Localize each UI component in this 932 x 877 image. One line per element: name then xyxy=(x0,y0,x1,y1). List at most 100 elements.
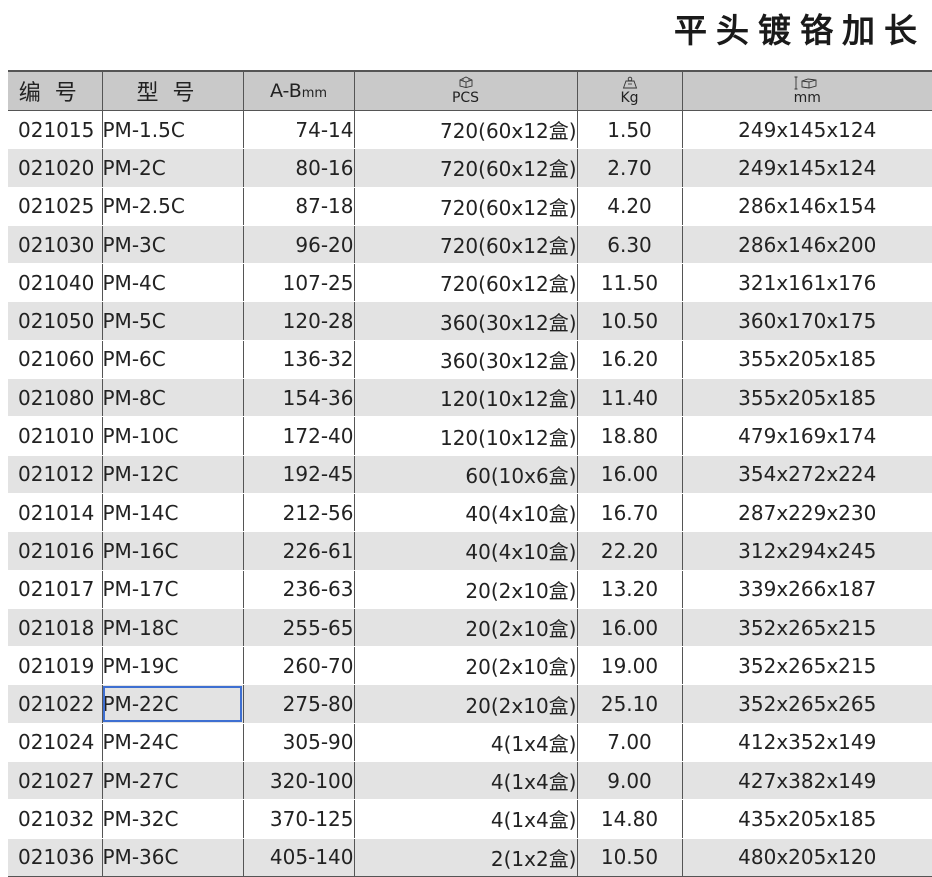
code-cell[interactable]: 021016 xyxy=(8,532,102,570)
code-cell[interactable]: 021017 xyxy=(8,570,102,608)
ab-cell[interactable]: 226-61 xyxy=(243,532,354,570)
dim-cell[interactable]: 321x161x176 xyxy=(682,264,932,302)
ab-cell[interactable]: 275-80 xyxy=(243,685,354,723)
model-cell[interactable]: PM-24C xyxy=(102,723,243,761)
code-cell[interactable]: 021018 xyxy=(8,608,102,646)
model-cell[interactable]: PM-6C xyxy=(102,340,243,378)
dim-cell[interactable]: 352x265x215 xyxy=(682,608,932,646)
table-row[interactable]: 021010PM-10C172-40120(10x12盒)18.80479x16… xyxy=(8,417,932,455)
pcs-cell[interactable]: 4(1x4盒) xyxy=(354,800,577,838)
pcs-cell[interactable]: 60(10x6盒) xyxy=(354,455,577,493)
model-cell[interactable]: PM-4C xyxy=(102,264,243,302)
ab-cell[interactable]: 405-140 xyxy=(243,838,354,876)
table-row[interactable]: 021050PM-5C120-28360(30x12盒)10.50360x170… xyxy=(8,302,932,340)
header-kg[interactable]: Kg xyxy=(577,71,682,111)
pcs-cell[interactable]: 120(10x12盒) xyxy=(354,379,577,417)
table-row[interactable]: 021024PM-24C305-904(1x4盒)7.00412x352x149 xyxy=(8,723,932,761)
header-pcs[interactable]: PCS xyxy=(354,71,577,111)
kg-cell[interactable]: 18.80 xyxy=(577,417,682,455)
table-row[interactable]: 021018PM-18C255-6520(2x10盒)16.00352x265x… xyxy=(8,608,932,646)
model-cell[interactable]: PM-3C xyxy=(102,225,243,263)
model-cell[interactable]: PM-16C xyxy=(102,532,243,570)
pcs-cell[interactable]: 720(60x12盒) xyxy=(354,264,577,302)
model-cell[interactable]: PM-22C xyxy=(102,685,243,723)
kg-cell[interactable]: 13.20 xyxy=(577,570,682,608)
pcs-cell[interactable]: 120(10x12盒) xyxy=(354,417,577,455)
pcs-cell[interactable]: 40(4x10盒) xyxy=(354,532,577,570)
pcs-cell[interactable]: 20(2x10盒) xyxy=(354,647,577,685)
ab-cell[interactable]: 260-70 xyxy=(243,647,354,685)
code-cell[interactable]: 021030 xyxy=(8,225,102,263)
code-cell[interactable]: 021032 xyxy=(8,800,102,838)
model-cell[interactable]: PM-5C xyxy=(102,302,243,340)
dim-cell[interactable]: 427x382x149 xyxy=(682,762,932,800)
table-row[interactable]: 021036PM-36C405-1402(1x2盒)10.50480x205x1… xyxy=(8,838,932,876)
ab-cell[interactable]: 80-16 xyxy=(243,149,354,187)
kg-cell[interactable]: 16.00 xyxy=(577,455,682,493)
model-cell[interactable]: PM-18C xyxy=(102,608,243,646)
table-row[interactable]: 021080PM-8C154-36120(10x12盒)11.40355x205… xyxy=(8,379,932,417)
dim-cell[interactable]: 249x145x124 xyxy=(682,111,932,149)
code-cell[interactable]: 021019 xyxy=(8,647,102,685)
model-cell[interactable]: PM-10C xyxy=(102,417,243,455)
ab-cell[interactable]: 192-45 xyxy=(243,455,354,493)
table-row[interactable]: 021014PM-14C212-5640(4x10盒)16.70287x229x… xyxy=(8,493,932,531)
model-cell[interactable]: PM-17C xyxy=(102,570,243,608)
code-cell[interactable]: 021060 xyxy=(8,340,102,378)
model-cell[interactable]: PM-27C xyxy=(102,762,243,800)
header-code[interactable]: 编号 xyxy=(8,71,102,111)
kg-cell[interactable]: 25.10 xyxy=(577,685,682,723)
ab-cell[interactable]: 212-56 xyxy=(243,493,354,531)
model-cell[interactable]: PM-2C xyxy=(102,149,243,187)
kg-cell[interactable]: 16.00 xyxy=(577,608,682,646)
dim-cell[interactable]: 479x169x174 xyxy=(682,417,932,455)
pcs-cell[interactable]: 2(1x2盒) xyxy=(354,838,577,876)
code-cell[interactable]: 021015 xyxy=(8,111,102,149)
table-row[interactable]: 021022PM-22C275-8020(2x10盒)25.10352x265x… xyxy=(8,685,932,723)
model-cell[interactable]: PM-8C xyxy=(102,379,243,417)
table-row[interactable]: 021012PM-12C192-4560(10x6盒)16.00354x272x… xyxy=(8,455,932,493)
dim-cell[interactable]: 412x352x149 xyxy=(682,723,932,761)
pcs-cell[interactable]: 720(60x12盒) xyxy=(354,149,577,187)
ab-cell[interactable]: 370-125 xyxy=(243,800,354,838)
ab-cell[interactable]: 255-65 xyxy=(243,608,354,646)
header-model[interactable]: 型号 xyxy=(102,71,243,111)
model-cell[interactable]: PM-1.5C xyxy=(102,111,243,149)
pcs-cell[interactable]: 720(60x12盒) xyxy=(354,111,577,149)
table-row[interactable]: 021017PM-17C236-6320(2x10盒)13.20339x266x… xyxy=(8,570,932,608)
ab-cell[interactable]: 107-25 xyxy=(243,264,354,302)
table-row[interactable]: 021025PM-2.5C87-18720(60x12盒)4.20286x146… xyxy=(8,187,932,225)
table-row[interactable]: 021040PM-4C107-25720(60x12盒)11.50321x161… xyxy=(8,264,932,302)
ab-cell[interactable]: 120-28 xyxy=(243,302,354,340)
model-cell[interactable]: PM-36C xyxy=(102,838,243,876)
dim-cell[interactable]: 286x146x154 xyxy=(682,187,932,225)
code-cell[interactable]: 021024 xyxy=(8,723,102,761)
dim-cell[interactable]: 352x265x215 xyxy=(682,647,932,685)
model-cell[interactable]: PM-12C xyxy=(102,455,243,493)
dim-cell[interactable]: 287x229x230 xyxy=(682,493,932,531)
ab-cell[interactable]: 74-14 xyxy=(243,111,354,149)
code-cell[interactable]: 021012 xyxy=(8,455,102,493)
table-row[interactable]: 021030PM-3C96-20720(60x12盒)6.30286x146x2… xyxy=(8,225,932,263)
pcs-cell[interactable]: 720(60x12盒) xyxy=(354,225,577,263)
table-row[interactable]: 021015PM-1.5C74-14720(60x12盒)1.50249x145… xyxy=(8,111,932,149)
table-row[interactable]: 021016PM-16C226-6140(4x10盒)22.20312x294x… xyxy=(8,532,932,570)
pcs-cell[interactable]: 40(4x10盒) xyxy=(354,493,577,531)
dim-cell[interactable]: 435x205x185 xyxy=(682,800,932,838)
model-cell[interactable]: PM-32C xyxy=(102,800,243,838)
kg-cell[interactable]: 2.70 xyxy=(577,149,682,187)
model-cell[interactable]: PM-2.5C xyxy=(102,187,243,225)
dim-cell[interactable]: 360x170x175 xyxy=(682,302,932,340)
kg-cell[interactable]: 9.00 xyxy=(577,762,682,800)
dim-cell[interactable]: 286x146x200 xyxy=(682,225,932,263)
pcs-cell[interactable]: 4(1x4盒) xyxy=(354,762,577,800)
table-row[interactable]: 021027PM-27C320-1004(1x4盒)9.00427x382x14… xyxy=(8,762,932,800)
code-cell[interactable]: 021020 xyxy=(8,149,102,187)
ab-cell[interactable]: 305-90 xyxy=(243,723,354,761)
code-cell[interactable]: 021010 xyxy=(8,417,102,455)
dim-cell[interactable]: 480x205x120 xyxy=(682,838,932,876)
pcs-cell[interactable]: 20(2x10盒) xyxy=(354,685,577,723)
table-row[interactable]: 021020PM-2C80-16720(60x12盒)2.70249x145x1… xyxy=(8,149,932,187)
code-cell[interactable]: 021022 xyxy=(8,685,102,723)
pcs-cell[interactable]: 360(30x12盒) xyxy=(354,340,577,378)
